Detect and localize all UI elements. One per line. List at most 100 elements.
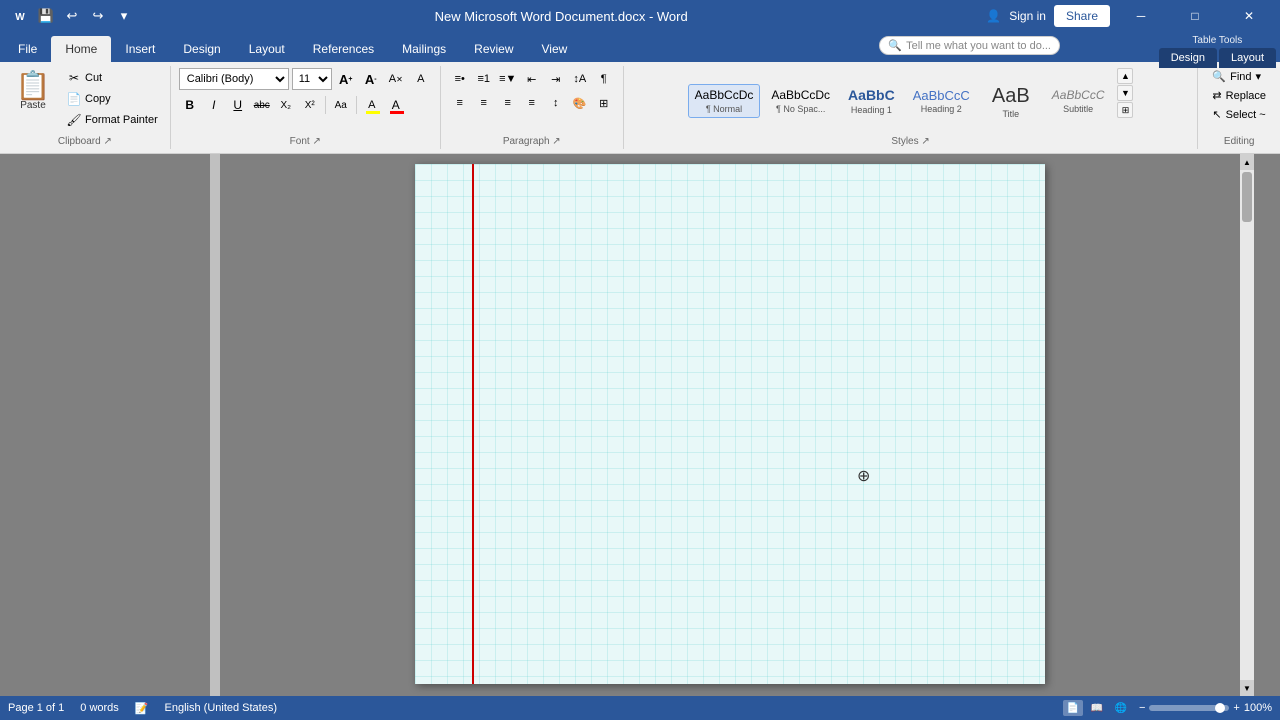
copy-icon: 📄 (66, 91, 82, 107)
style-heading2-preview: AaBbCcC (913, 88, 970, 104)
sign-in-area[interactable]: 👤 Sign in (986, 9, 1046, 23)
font-size-select[interactable]: 11 (292, 68, 332, 90)
scroll-thumb[interactable] (1242, 172, 1252, 222)
left-margin (0, 154, 220, 696)
clipboard-expand-icon[interactable]: ↗ (103, 136, 111, 147)
zoom-in-button[interactable]: + (1233, 702, 1239, 714)
font-expand-icon[interactable]: ↗ (312, 136, 320, 147)
copy-button[interactable]: 📄 Copy (62, 89, 162, 109)
styles-more[interactable]: ⊞ (1117, 102, 1133, 118)
document-page[interactable]: ⊕ (415, 164, 1045, 684)
font-color-button[interactable]: A (385, 94, 407, 116)
tab-file[interactable]: File (4, 36, 51, 62)
web-layout-button[interactable]: 🌐 (1111, 700, 1131, 716)
minimize-button[interactable]: ─ (1118, 0, 1164, 32)
scroll-down-button[interactable]: ▼ (1240, 680, 1254, 696)
zoom-thumb[interactable] (1215, 703, 1225, 713)
style-heading2[interactable]: AaBbCcC Heading 2 (906, 84, 977, 119)
share-button[interactable]: Share (1054, 5, 1110, 27)
paragraph-label: Paragraph ↗ (503, 134, 561, 147)
tell-me-input[interactable]: 🔍 Tell me what you want to do... (879, 36, 1060, 55)
more-quick-access-button[interactable]: ▾ (112, 4, 136, 28)
paste-button[interactable]: 📋 Paste (8, 68, 58, 115)
document-title: New Microsoft Word Document.docx - Word (136, 9, 986, 24)
shading-button[interactable]: 🎨 (569, 92, 591, 114)
decrease-indent-button[interactable]: ⇤ (521, 68, 543, 90)
zoom-out-button[interactable]: − (1139, 702, 1145, 714)
increase-font-button[interactable]: A+ (335, 68, 357, 90)
style-title[interactable]: AaB Title (981, 80, 1041, 123)
line-spacing-button[interactable]: ↕ (545, 92, 567, 114)
style-no-space[interactable]: AaBbCcDc ¶ No Spac... (764, 84, 837, 117)
styles-scroll-down[interactable]: ▼ (1117, 85, 1133, 101)
align-left-button[interactable]: ≡ (449, 92, 471, 114)
paragraph-content: ≡• ≡1 ≡▼ ⇤ ⇥ ↕A ¶ ≡ ≡ ≡ ≡ ↕ 🎨 ⊞ (449, 68, 615, 134)
view-mode-buttons: 📄 📖 🌐 (1063, 700, 1131, 716)
styles-expand-icon[interactable]: ↗ (921, 136, 929, 147)
tab-layout[interactable]: Layout (235, 36, 299, 62)
strikethrough-button[interactable]: abc (251, 94, 273, 116)
clipboard-label: Clipboard ↗ (58, 134, 112, 147)
select-label: Select ~ (1226, 109, 1266, 121)
divider-2 (356, 96, 357, 114)
copy-label: Copy (85, 93, 111, 105)
read-mode-button[interactable]: 📖 (1087, 700, 1107, 716)
sort-button[interactable]: ↕A (569, 68, 591, 90)
select-button[interactable]: ↖ Select ~ (1206, 106, 1271, 123)
subscript-button[interactable]: X₂ (275, 94, 297, 116)
superscript-button[interactable]: X² (299, 94, 321, 116)
title-bar: W 💾 ↩ ↪ ▾ New Microsoft Word Document.do… (0, 0, 1280, 32)
zoom-slider[interactable] (1149, 705, 1229, 711)
print-layout-button[interactable]: 📄 (1063, 700, 1083, 716)
scroll-up-button[interactable]: ▲ (1240, 154, 1254, 170)
cut-button[interactable]: ✂ Cut (62, 68, 162, 88)
vertical-scrollbar[interactable]: ▲ ▼ (1240, 154, 1254, 696)
tab-view[interactable]: View (528, 36, 582, 62)
highlight-color-button[interactable]: A (361, 94, 383, 116)
redo-button[interactable]: ↪ (86, 4, 110, 28)
borders-button[interactable]: ⊞ (593, 92, 615, 114)
tab-references[interactable]: References (299, 36, 388, 62)
tab-mailings[interactable]: Mailings (388, 36, 460, 62)
undo-button[interactable]: ↩ (60, 4, 84, 28)
style-heading1-label: Heading 1 (851, 105, 892, 115)
font-content: Calibri (Body) 11 A+ A- A✕ A B I U abc X… (179, 68, 432, 134)
close-button[interactable]: ✕ (1226, 0, 1272, 32)
underline-button[interactable]: U (227, 94, 249, 116)
paragraph-expand-icon[interactable]: ↗ (552, 136, 560, 147)
style-heading1[interactable]: AaBbC Heading 1 (841, 83, 902, 119)
show-marks-button[interactable]: ¶ (593, 68, 615, 90)
sign-in-label[interactable]: Sign in (1009, 9, 1046, 23)
text-case-button[interactable]: Aa (330, 94, 352, 116)
font-name-select[interactable]: Calibri (Body) (179, 68, 289, 90)
style-normal[interactable]: AaBbCcDc ¶ Normal (688, 84, 761, 117)
align-center-button[interactable]: ≡ (473, 92, 495, 114)
tab-table-layout[interactable]: Layout (1219, 48, 1276, 68)
font-row-1: Calibri (Body) 11 A+ A- A✕ A (179, 68, 432, 90)
styles-label: Styles ↗ (891, 134, 929, 147)
tab-design[interactable]: Design (169, 36, 234, 62)
tab-home[interactable]: Home (51, 36, 111, 62)
tab-review[interactable]: Review (460, 36, 527, 62)
styles-scroll-up[interactable]: ▲ (1117, 68, 1133, 84)
bullets-button[interactable]: ≡• (449, 68, 471, 90)
maximize-button[interactable]: □ (1172, 0, 1218, 32)
save-button[interactable]: 💾 (34, 4, 58, 28)
format-painter-button[interactable]: 🖌 Format Painter (62, 110, 162, 130)
clear-format-button[interactable]: A✕ (385, 68, 407, 90)
text-effects-button[interactable]: A (410, 68, 432, 90)
zoom-level: 100% (1244, 702, 1272, 714)
align-right-button[interactable]: ≡ (497, 92, 519, 114)
style-subtitle[interactable]: AaBbCcC Subtitle (1045, 84, 1112, 117)
bold-button[interactable]: B (179, 94, 201, 116)
numbering-button[interactable]: ≡1 (473, 68, 495, 90)
replace-button[interactable]: ⇄ Replace (1206, 87, 1272, 104)
italic-button[interactable]: I (203, 94, 225, 116)
tab-table-design[interactable]: Design (1159, 48, 1217, 68)
grid-background (415, 164, 1045, 684)
tab-insert[interactable]: Insert (111, 36, 169, 62)
decrease-font-button[interactable]: A- (360, 68, 382, 90)
multilevel-button[interactable]: ≡▼ (497, 68, 519, 90)
increase-indent-button[interactable]: ⇥ (545, 68, 567, 90)
justify-button[interactable]: ≡ (521, 92, 543, 114)
